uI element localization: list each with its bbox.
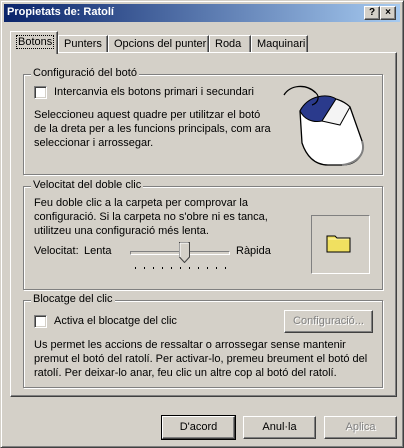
slider-thumb[interactable]: [178, 242, 190, 263]
tab-roda[interactable]: Roda: [209, 35, 251, 53]
tab-label: Maquinari: [257, 38, 306, 50]
click-lock-group: Blocatge del clic Activa el blocatge del…: [23, 293, 383, 388]
click-lock-legend: Blocatge del clic: [31, 293, 115, 305]
cancel-button[interactable]: Anul·la: [243, 416, 316, 439]
slider-tick: [153, 267, 154, 269]
tab-label: Roda: [215, 38, 242, 50]
tab-label: Botons: [16, 35, 55, 49]
slider-tick: [225, 267, 226, 269]
mouse-icon: [283, 85, 364, 166]
tab-strip: Botons Punters Opcions del punter Roda M…: [10, 31, 400, 54]
swap-buttons-checkbox[interactable]: [34, 86, 47, 99]
tab-label: Opcions del punter: [114, 38, 207, 50]
close-button[interactable]: ×: [380, 6, 396, 20]
click-lock-checkbox[interactable]: [34, 315, 47, 328]
window-title: Propietats de: Ratolí: [7, 6, 114, 18]
double-click-legend: Velocitat del doble clic: [31, 179, 144, 191]
tab-maquinari[interactable]: Maquinari: [251, 35, 308, 53]
folder-icon[interactable]: [326, 233, 352, 253]
slider-tick: [180, 267, 181, 269]
slider-tick: [216, 267, 217, 269]
tab-label: Punters: [64, 38, 102, 50]
click-lock-settings-button[interactable]: Configuració...: [284, 310, 373, 333]
button-config-description: Seleccioneu aquest quadre per utilitzar …: [34, 109, 271, 149]
double-click-test-area[interactable]: [311, 215, 370, 274]
swap-buttons-label[interactable]: Intercanvia els botons primari i secunda…: [54, 86, 254, 98]
apply-button[interactable]: Aplica: [324, 416, 397, 439]
fast-label: Ràpida: [236, 245, 271, 257]
tab-punters[interactable]: Punters: [58, 35, 108, 53]
slider-tick: [189, 267, 190, 269]
slider-tick: [207, 267, 208, 269]
button-config-group: Configuració del botó Intercanvia els bo…: [23, 67, 383, 175]
click-lock-label[interactable]: Activa el blocatge del clic: [54, 315, 177, 327]
slider-tick: [198, 267, 199, 269]
tab-botons[interactable]: Botons: [10, 31, 58, 54]
tab-opcions-del-punter[interactable]: Opcions del punter: [108, 35, 209, 53]
double-click-description: Feu doble clic a la carpeta per comprova…: [34, 197, 268, 237]
slow-label: Lenta: [84, 245, 112, 257]
tab-panel-botons: Configuració del botó Intercanvia els bo…: [10, 52, 397, 397]
mouse-properties-dialog: Propietats de: Ratolí ? × Botons Punters…: [0, 0, 404, 448]
help-button[interactable]: ?: [364, 6, 380, 20]
slider-tick: [162, 267, 163, 269]
ok-button[interactable]: D'acord: [161, 415, 236, 440]
click-lock-description: Us permet les accions de ressaltar o arr…: [34, 339, 368, 379]
slider-tick: [144, 267, 145, 269]
double-click-group: Velocitat del doble clic Feu doble clic …: [23, 179, 383, 290]
slider-tick: [171, 267, 172, 269]
speed-label: Velocitat:: [34, 245, 79, 257]
button-config-legend: Configuració del botó: [31, 67, 139, 79]
slider-tick: [135, 267, 136, 269]
title-bar[interactable]: Propietats de: Ratolí ? ×: [4, 4, 400, 22]
